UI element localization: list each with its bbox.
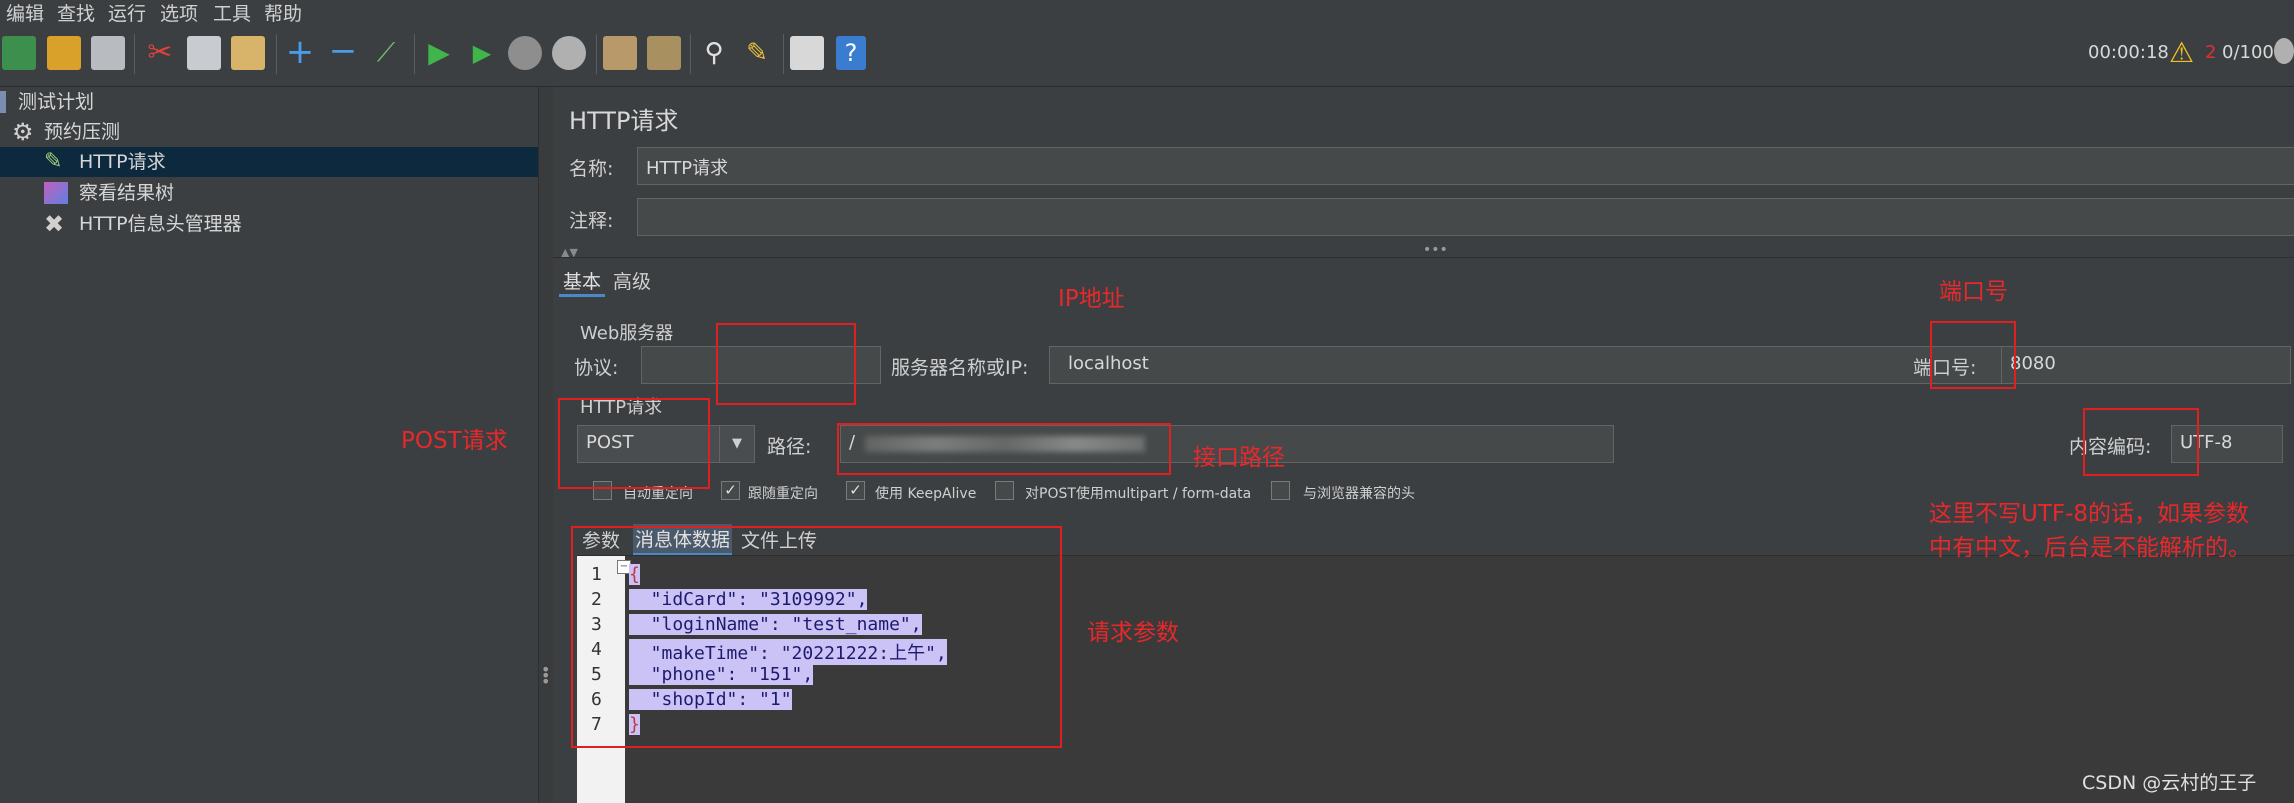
start-icon[interactable]: ▶ bbox=[422, 36, 456, 70]
search-icon[interactable]: ⚲ bbox=[697, 36, 731, 70]
comment-field[interactable] bbox=[637, 198, 2294, 236]
reset-search-icon[interactable]: ✎ bbox=[740, 36, 774, 70]
panel-title: HTTP请求 bbox=[569, 107, 679, 135]
protocol-label: 协议: bbox=[574, 357, 619, 379]
toolbar-separator bbox=[276, 34, 277, 74]
annotation-box-path bbox=[837, 423, 1171, 475]
annotation-box-ip bbox=[716, 323, 856, 405]
web-server-group-label: Web服务器 bbox=[580, 323, 674, 344]
gear-icon: ⚙ bbox=[12, 118, 34, 146]
tree-item-view-results-tree[interactable]: 察看结果树 bbox=[44, 178, 538, 208]
open-icon[interactable] bbox=[47, 36, 81, 70]
name-field[interactable]: HTTP请求 bbox=[637, 147, 2294, 185]
warning-icon[interactable]: ⚠ bbox=[2169, 36, 2194, 69]
chevron-down-icon[interactable]: ▼ bbox=[719, 426, 754, 462]
save-icon[interactable] bbox=[91, 36, 125, 70]
tree-item-thread-group[interactable]: ⚙ 预约压测 bbox=[12, 117, 532, 147]
annotation-port: 端口号 bbox=[1939, 279, 2008, 305]
annotation-box-post bbox=[558, 398, 710, 489]
checkbox-keepalive[interactable]: ✓ bbox=[846, 481, 865, 500]
tree-item-header-manager[interactable]: ✖ HTTP信息头管理器 bbox=[44, 209, 538, 239]
annotation-path: 接口路径 bbox=[1193, 445, 1285, 471]
menu-bar: 编辑 查找 运行 选项 工具 帮助 bbox=[0, 0, 2294, 25]
path-label: 路径: bbox=[767, 436, 812, 458]
toolbar: ✂ + − ⟋ ▶ ▶ ⚲ ✎ ? 00:00:18 ⚠ 2 0/100 bbox=[0, 22, 2294, 87]
expand-icon[interactable]: + bbox=[283, 35, 317, 70]
sampler-pen-icon: ✎ bbox=[44, 149, 63, 174]
annotation-utf8-line1: 这里不写UTF-8的话，如果参数 bbox=[1929, 501, 2250, 527]
annotation-utf8-line2: 中有中文，后台是不能解析的。 bbox=[1929, 535, 2251, 561]
splitter-grip-icon[interactable]: • • • bbox=[541, 662, 550, 690]
annotation-params: 请求参数 bbox=[1087, 620, 1179, 646]
checkbox-follow-redirect[interactable]: ✓ bbox=[721, 481, 740, 500]
settings-icon[interactable] bbox=[2274, 38, 2294, 64]
annotation-post: POST请求 bbox=[401, 428, 508, 454]
checkbox-keepalive-label: 使用 KeepAlive bbox=[875, 486, 977, 502]
port-field[interactable]: 8080 bbox=[2001, 346, 2291, 384]
cut-icon[interactable]: ✂ bbox=[143, 36, 177, 70]
help-icon[interactable]: ? bbox=[836, 36, 866, 70]
chart-icon bbox=[44, 182, 68, 204]
watermark: CSDN @云村的王子 bbox=[2082, 772, 2257, 794]
name-label: 名称: bbox=[569, 158, 614, 180]
divider bbox=[553, 257, 2294, 258]
shutdown-icon[interactable] bbox=[552, 36, 586, 70]
collapse-icon[interactable]: − bbox=[326, 34, 360, 70]
toolbar-separator bbox=[134, 34, 135, 74]
toolbar-separator bbox=[414, 34, 415, 74]
toolbar-separator bbox=[783, 34, 784, 74]
tree-item-http-request[interactable]: ✎ HTTP请求 bbox=[0, 147, 538, 177]
function-helper-icon[interactable] bbox=[790, 36, 824, 70]
annotation-box-encoding bbox=[2083, 408, 2199, 476]
templates-icon[interactable] bbox=[2, 36, 36, 70]
clear-icon[interactable] bbox=[603, 36, 637, 70]
divider-grip-icon[interactable]: ••• bbox=[1423, 242, 1448, 258]
tree-item-test-plan[interactable]: 测试计划 bbox=[0, 87, 526, 117]
thread-count: 0/100 bbox=[2222, 42, 2274, 63]
clear-all-icon[interactable] bbox=[647, 36, 681, 70]
stop-icon[interactable] bbox=[508, 36, 542, 70]
tab-advanced[interactable]: 高级 bbox=[613, 267, 651, 294]
checkbox-follow-redirect-label: 跟随重定向 bbox=[748, 486, 818, 502]
elapsed-timer: 00:00:18 bbox=[2088, 42, 2169, 63]
copy-icon[interactable] bbox=[187, 36, 221, 70]
start-no-pause-icon[interactable]: ▶ bbox=[465, 36, 499, 70]
paste-icon[interactable] bbox=[231, 36, 265, 70]
annotation-box-params bbox=[571, 526, 1062, 748]
warning-count: 2 bbox=[2205, 42, 2217, 63]
checkbox-browser-headers[interactable] bbox=[1271, 481, 1290, 500]
comment-label: 注释: bbox=[569, 210, 614, 232]
vertical-splitter[interactable]: • • • bbox=[538, 87, 554, 802]
checkbox-browser-headers-label: 与浏览器兼容的头 bbox=[1303, 486, 1415, 502]
wrench-icon: ✖ bbox=[44, 210, 65, 238]
annotation-ip: IP地址 bbox=[1058, 286, 1125, 312]
annotation-box-port bbox=[1930, 321, 2016, 389]
toggle-icon[interactable]: ⟋ bbox=[369, 36, 403, 70]
tab-basic[interactable]: 基本 bbox=[559, 267, 606, 297]
server-label: 服务器名称或IP: bbox=[891, 357, 1029, 379]
test-plan-icon bbox=[0, 91, 6, 113]
checkbox-multipart[interactable] bbox=[995, 481, 1014, 500]
toolbar-separator bbox=[690, 34, 691, 74]
checkbox-multipart-label: 对POST使用multipart / form-data bbox=[1025, 486, 1252, 502]
toolbar-separator bbox=[596, 34, 597, 74]
